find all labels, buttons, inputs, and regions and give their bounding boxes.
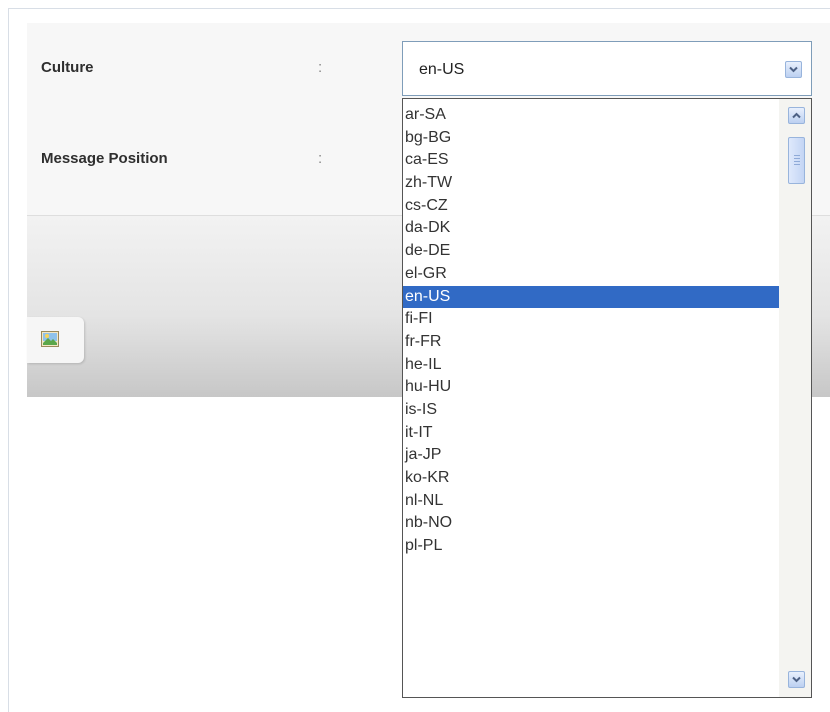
page: Culture : Message Position : en-US ar-SA… <box>0 0 830 712</box>
list-item[interactable]: fi-FI <box>403 308 779 331</box>
culture-colon: : <box>318 59 323 76</box>
list-item[interactable]: ko-KR <box>403 467 779 490</box>
list-item[interactable]: it-IT <box>403 422 779 445</box>
culture-select[interactable]: en-US <box>402 41 812 96</box>
scrollbar-thumb[interactable] <box>788 137 805 184</box>
list-item[interactable]: de-DE <box>403 240 779 263</box>
list-item[interactable]: bg-BG <box>403 127 779 150</box>
image-icon <box>41 331 59 347</box>
list-item[interactable]: fr-FR <box>403 331 779 354</box>
list-item[interactable]: zh-TW <box>403 172 779 195</box>
chevron-down-icon <box>792 676 801 683</box>
list-item[interactable]: el-GR <box>403 263 779 286</box>
culture-options: ar-SA bg-BG ca-ES zh-TW cs-CZ da-DK de-DE el-GR… <box>403 104 779 558</box>
image-button[interactable] <box>27 317 84 363</box>
culture-label: Culture <box>41 59 94 76</box>
list-item[interactable]: ar-SA <box>403 104 779 127</box>
grip-icon <box>794 155 800 156</box>
scroll-down-button[interactable] <box>788 671 805 688</box>
list-item[interactable]: cs-CZ <box>403 195 779 218</box>
culture-select-value: en-US <box>419 61 465 78</box>
chevron-down-icon <box>789 66 798 73</box>
list-item[interactable]: nl-NL <box>403 490 779 513</box>
chevron-up-icon <box>792 112 801 119</box>
list-item[interactable]: hu-HU <box>403 376 779 399</box>
list-item[interactable]: nb-NO <box>403 512 779 535</box>
dropdown-button[interactable] <box>785 61 802 78</box>
scroll-up-button[interactable] <box>788 107 805 124</box>
message-position-label: Message Position <box>41 150 168 167</box>
list-item[interactable]: pl-PL <box>403 535 779 558</box>
list-item[interactable]: ja-JP <box>403 444 779 467</box>
list-item[interactable]: en-US <box>403 285 779 309</box>
message-position-colon: : <box>318 150 323 167</box>
list-item[interactable]: ca-ES <box>403 149 779 172</box>
culture-dropdown-list[interactable]: ar-SA bg-BG ca-ES zh-TW cs-CZ da-DK de-DE el-GR… <box>402 98 812 698</box>
list-item[interactable]: is-IS <box>403 399 779 422</box>
scrollbar[interactable] <box>779 99 811 697</box>
list-item[interactable]: da-DK <box>403 217 779 240</box>
list-item[interactable]: he-IL <box>403 354 779 377</box>
